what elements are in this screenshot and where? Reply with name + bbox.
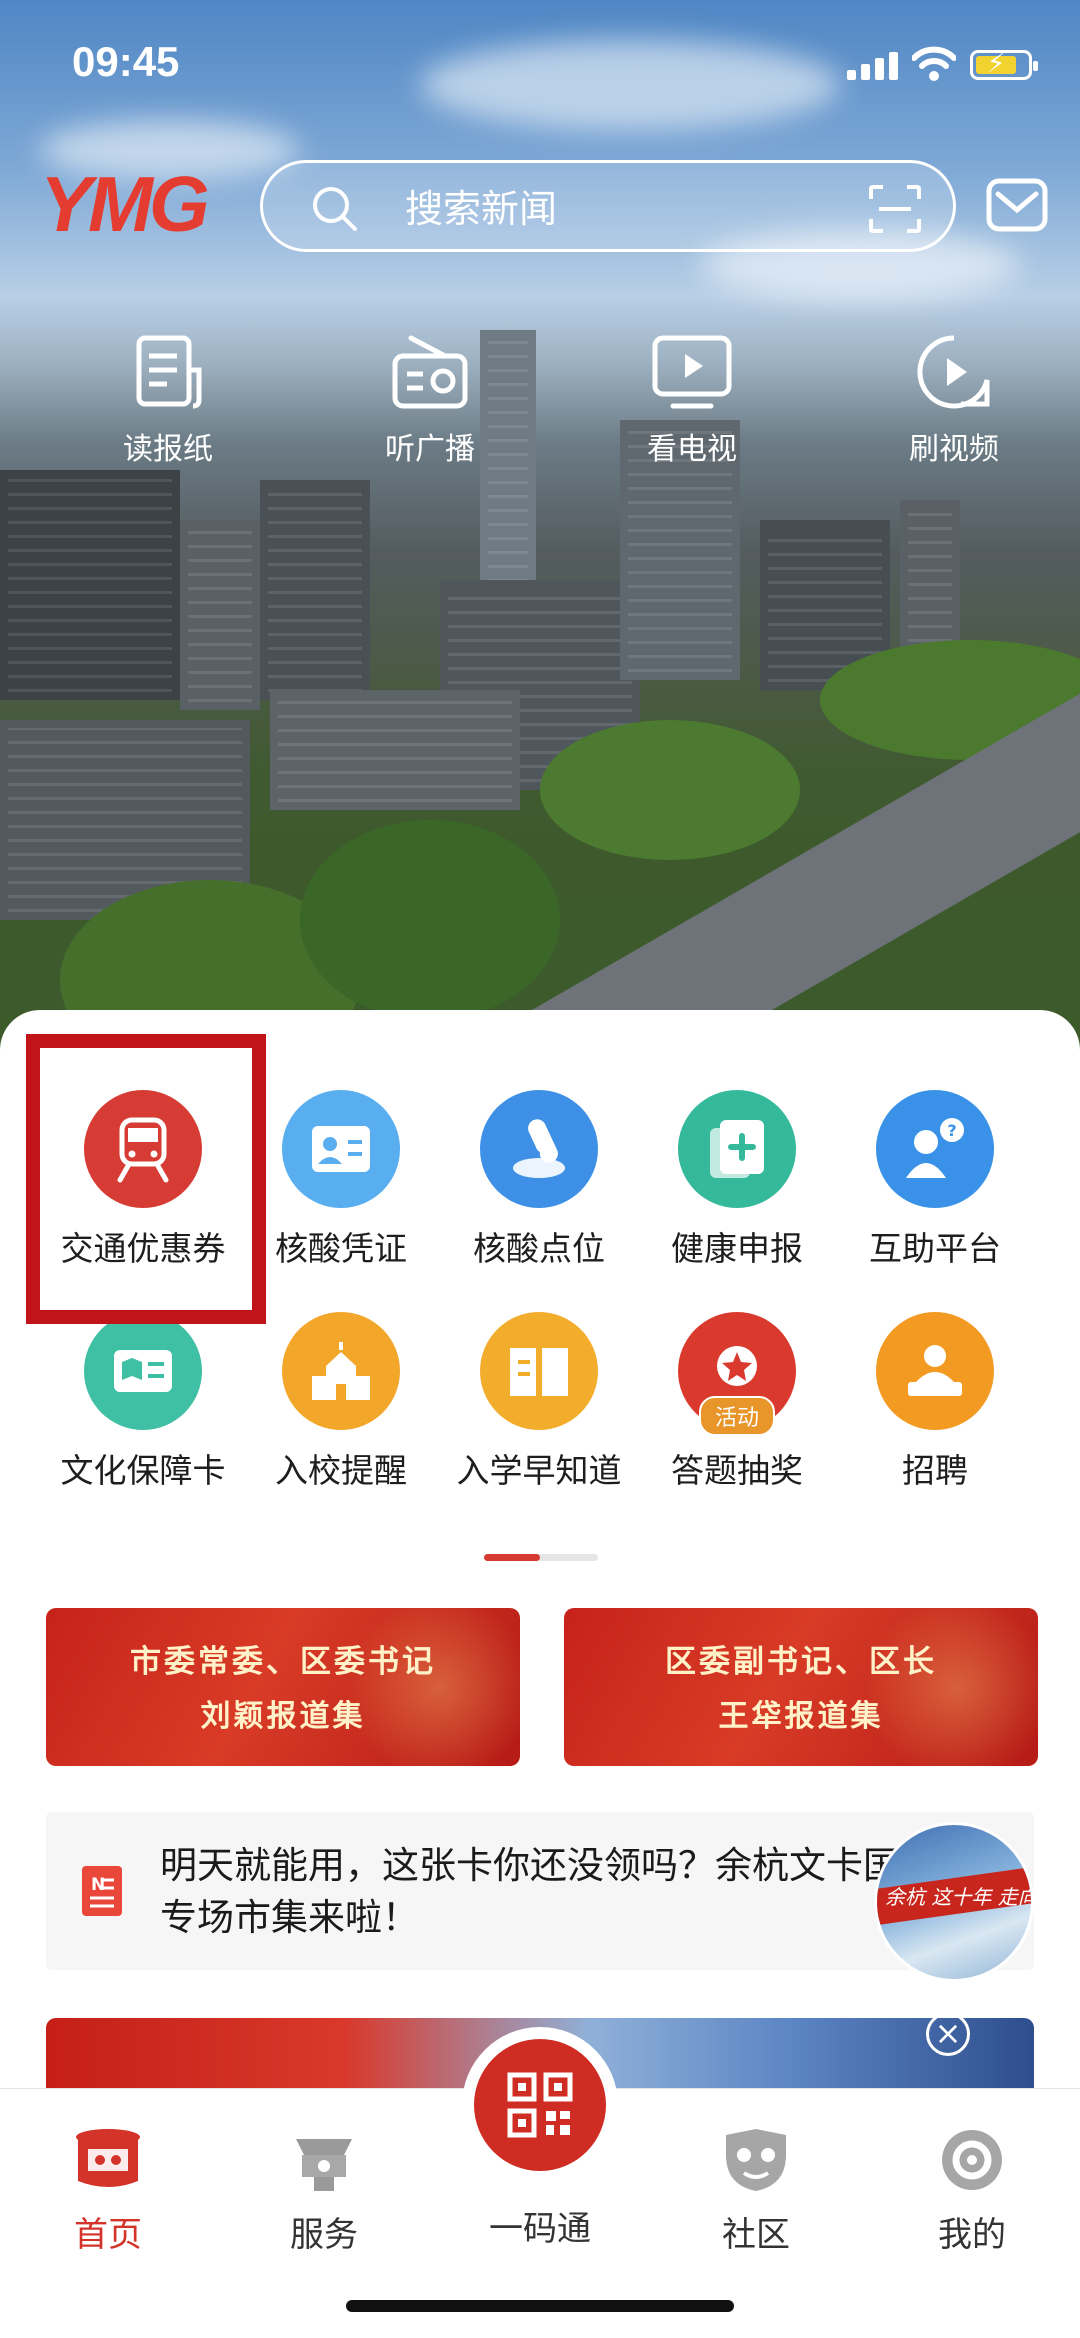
service-label: 入校提醒 [275,1451,407,1490]
service-label: 核酸点位 [473,1229,605,1268]
service-icon-circle [84,1312,202,1430]
recruit-icon [908,1345,962,1396]
quick-link-radio[interactable]: 听广播 [340,330,520,468]
quick-link-tv[interactable]: 看电视 [602,330,782,468]
tab-services[interactable]: 服务 [244,2125,404,2256]
tab-label: 服务 [290,2215,358,2255]
banner-subtitle: 王牮报道集 [718,1699,884,1734]
quick-link-label: 看电视 [647,432,737,467]
search-bar[interactable]: 搜索新闻 [260,160,956,252]
radio-icon [392,335,468,409]
help-person-icon: ? [906,1118,964,1178]
service-label: 入学早知道 [456,1451,622,1490]
tab-community[interactable]: 社区 [676,2125,836,2256]
svg-text:?: ? [947,1121,956,1140]
tv-icon [652,335,732,409]
service-test-certificate[interactable]: 核酸凭证 [242,1090,440,1290]
banner-title: 市委常委、区委书记 [130,1644,436,1680]
tab-label: 首页 [74,2215,142,2255]
profile-icon [942,2130,1002,2190]
wifi-icon [912,46,956,81]
hero-background [0,0,1080,1060]
health-doc-icon [710,1120,764,1178]
tab-home[interactable]: 首页 [28,2125,188,2256]
service-label: 文化保障卡 [60,1451,226,1490]
service-culture-card[interactable]: 文化保障卡 [44,1312,242,1512]
service-icon-circle [678,1090,796,1208]
battery-icon: ⚡ [970,49,1038,80]
cellular-signal-icon [847,52,898,80]
community-icon [726,2129,786,2191]
culture-card-icon [114,1350,172,1392]
service-icon-circle [282,1312,400,1430]
search-placeholder: 搜索新闻 [405,187,558,231]
service-test-sites[interactable]: 核酸点位 [440,1090,638,1290]
service-label: 答题抽奖 [671,1451,803,1490]
message-icon[interactable] [986,178,1048,232]
id-card-icon [312,1126,370,1172]
news-headline: 明天就能用，这张卡你还没领吗？余杭文卡国庆专场市集来啦！ [160,1844,937,1939]
scan-icon[interactable] [867,183,923,235]
qr-code-button[interactable] [462,2027,618,2183]
news-icon: N [82,1866,122,1916]
test-tube-icon [513,1119,565,1178]
qr-code-icon [507,2072,573,2138]
floating-ad[interactable]: 余杭 这十年 走向 [874,1822,1034,1982]
app-logo: YMG [40,160,210,248]
close-icon[interactable]: × [926,2012,970,2056]
page-indicator [484,1554,598,1561]
selection-highlight-box [26,1034,266,1324]
service-icon-circle [876,1312,994,1430]
service-label: 互助平台 [869,1229,1001,1268]
service-label: 招聘 [902,1451,968,1490]
tab-label: 我的 [938,2215,1006,2255]
service-icon-circle [480,1312,598,1430]
tab-profile[interactable]: 我的 [892,2125,1052,2256]
search-icon [313,187,357,231]
banner-title: 区委副书记、区长 [665,1644,937,1680]
service-recruitment[interactable]: 招聘 [836,1312,1034,1512]
video-icon [917,335,990,409]
quick-link-video[interactable]: 刷视频 [864,330,1044,468]
banner-report-collection-1[interactable]: 市委常委、区委书记 刘颖报道集 [46,1608,520,1766]
home-icon [76,2129,140,2187]
tab-label: 社区 [722,2215,790,2255]
svg-text:N: N [91,1875,105,1895]
newspaper-icon [136,335,202,409]
book-icon [510,1348,568,1396]
service-mutual-aid[interactable]: ? 互助平台 [836,1090,1034,1290]
quick-link-label: 读报纸 [123,432,213,467]
home-indicator [346,2300,734,2312]
service-enrollment-info[interactable]: 入学早知道 [440,1312,638,1512]
quick-link-label: 刷视频 [909,432,999,467]
service-health-report[interactable]: 健康申报 [638,1090,836,1290]
service-label: 核酸凭证 [275,1229,407,1268]
banner-subtitle: 刘颖报道集 [200,1699,366,1734]
quick-link-label: 听广播 [385,432,475,467]
activity-badge: 活动 [698,1396,776,1436]
service-icon-circle: ? [876,1090,994,1208]
service-icon-circle [282,1090,400,1208]
tab-label[interactable]: 一码通 [440,2201,640,2250]
service-school-reminder[interactable]: 入校提醒 [242,1312,440,1512]
service-quiz-lottery[interactable]: 活动 答题抽奖 [638,1312,836,1512]
status-bar: 09:45 ⚡ [0,0,1080,130]
school-icon [312,1342,370,1400]
service-label: 健康申报 [671,1229,803,1268]
service-icon-circle [480,1090,598,1208]
services-icon [296,2139,352,2191]
banner-report-collection-2[interactable]: 区委副书记、区长 王牮报道集 [564,1608,1038,1766]
floating-ad-text: 余杭 这十年 走向 [885,1885,1034,1909]
clock: 09:45 [72,38,180,85]
quick-link-newspaper[interactable]: 读报纸 [78,330,258,468]
